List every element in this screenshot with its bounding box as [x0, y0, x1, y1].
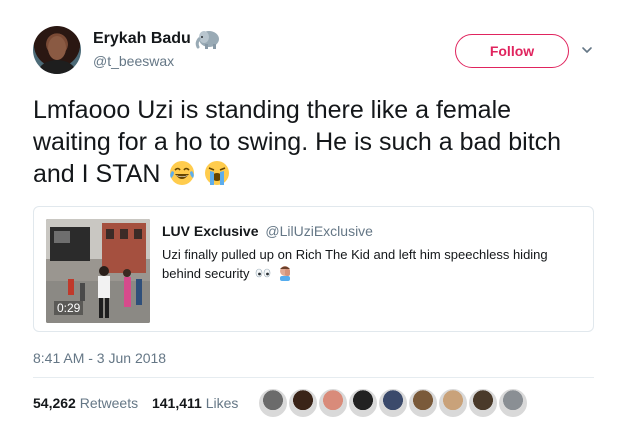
- liker-avatar[interactable]: [377, 387, 409, 419]
- divider: [33, 377, 594, 378]
- tweet-text: Lmfaooo Uzi is standing there like a fem…: [33, 94, 593, 190]
- likes-count: 141,411: [151, 395, 202, 411]
- quoted-tweet-header: LUV Exclusive @LilUziExclusive: [162, 223, 373, 239]
- quoted-tweet-body: Uzi finally pulled up on Rich The Kid an…: [162, 247, 548, 281]
- author-display-name[interactable]: Erykah Badu: [93, 30, 191, 48]
- quoted-author-handle[interactable]: @LilUziExclusive: [265, 223, 373, 239]
- liker-avatar[interactable]: [467, 387, 499, 419]
- liker-avatars: [257, 387, 529, 419]
- tweet-body: Lmfaooo Uzi is standing there like a fem…: [33, 96, 562, 188]
- retweets-count: 54,262: [33, 395, 76, 411]
- likes-stat[interactable]: 141,411 Likes: [152, 395, 238, 411]
- retweets-label: Retweets: [79, 395, 139, 411]
- liker-avatar[interactable]: [317, 387, 349, 419]
- avatar-shoulder: [39, 60, 75, 74]
- eyes-icon: [255, 268, 271, 278]
- quoted-author-name[interactable]: LUV Exclusive: [162, 223, 259, 239]
- liker-avatar[interactable]: [407, 387, 439, 419]
- likes-label: Likes: [205, 395, 239, 411]
- tweet-stats: 54,262 Retweets 141,411 Likes: [33, 395, 248, 411]
- avatar[interactable]: [33, 26, 81, 74]
- tweet-timestamp[interactable]: 8:41 AM - 3 Jun 2018: [33, 350, 166, 366]
- author-name-row: Erykah Badu: [93, 29, 221, 49]
- follow-button[interactable]: Follow: [455, 34, 569, 68]
- liker-avatar[interactable]: [437, 387, 469, 419]
- liker-avatar[interactable]: [257, 387, 289, 419]
- video-duration: 0:29: [54, 301, 84, 315]
- quoted-tweet-text: Uzi finally pulled up on Rich The Kid an…: [162, 245, 582, 283]
- liker-avatar[interactable]: [347, 387, 379, 419]
- quoted-tweet-card[interactable]: 0:29 LUV Exclusive @LilUziExclusive Uzi …: [33, 206, 594, 332]
- chevron-down-icon[interactable]: [581, 44, 593, 56]
- avatar-face: [48, 36, 66, 60]
- face-with-tears-of-joy-icon: [170, 161, 195, 185]
- video-thumbnail[interactable]: 0:29: [46, 219, 150, 323]
- loudly-crying-face-icon: [205, 161, 230, 185]
- elephant-emoji-icon: [195, 31, 219, 49]
- retweets-stat[interactable]: 54,262 Retweets: [33, 395, 142, 411]
- author-handle[interactable]: @t_beeswax: [93, 53, 174, 69]
- man-facepalming-icon: [279, 266, 290, 281]
- liker-avatar[interactable]: [287, 387, 319, 419]
- liker-avatar[interactable]: [497, 387, 529, 419]
